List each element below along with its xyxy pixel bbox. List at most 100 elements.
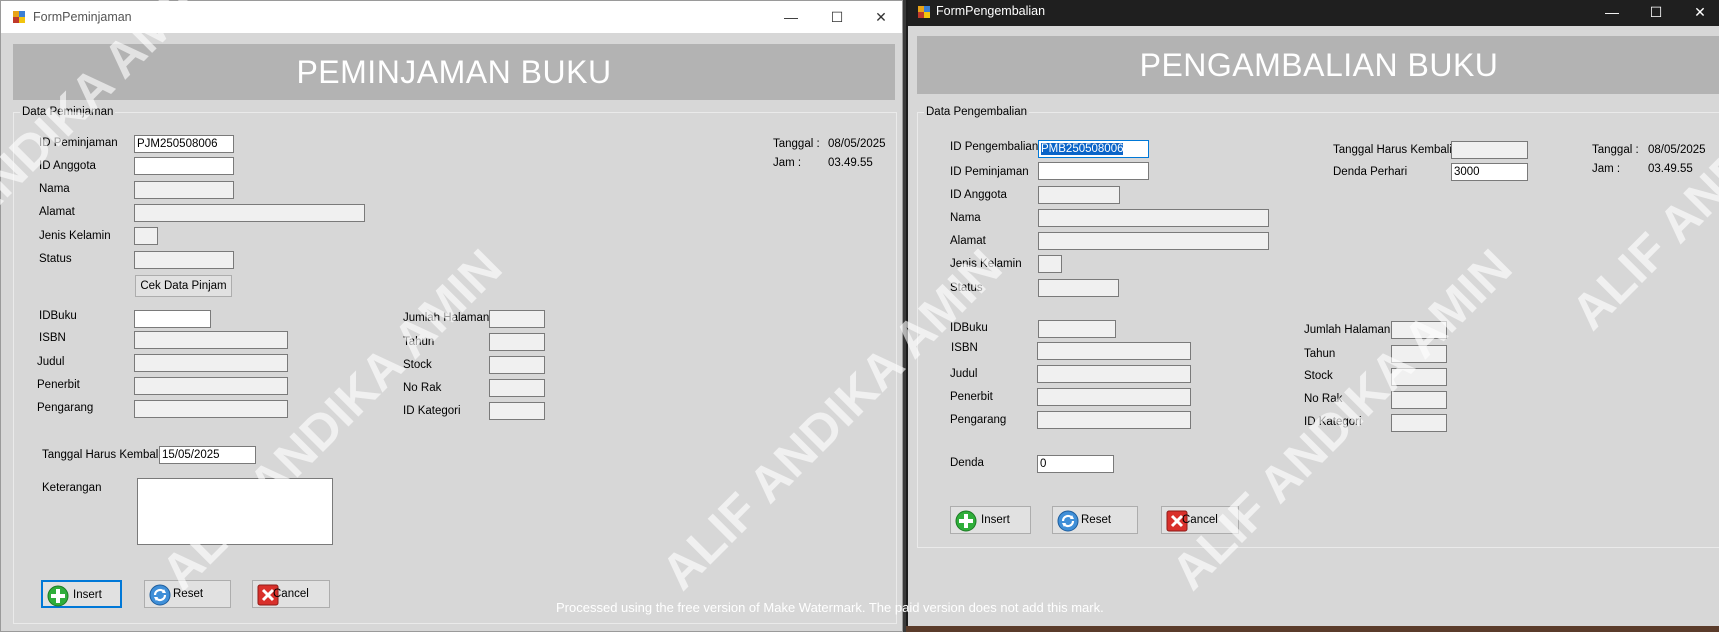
insert-button[interactable]: Insert [41,580,122,608]
reset-button[interactable]: Reset [1052,506,1138,534]
alamat-field[interactable] [134,204,365,222]
idbuku-label: IDBuku [950,322,988,334]
pengarang-field[interactable] [1037,411,1191,429]
id-peminjaman-field[interactable]: PJM250508006 [134,135,234,153]
penerbit-field[interactable] [1037,388,1191,406]
insert-label: Insert [981,514,1010,526]
stock-label: Stock [1304,370,1333,382]
group-label: Data Pengembalian [924,106,1030,118]
tahun-label: Tahun [1304,348,1336,360]
status-field[interactable] [134,251,234,269]
maximize-icon[interactable]: ☐ [1634,0,1678,26]
id-pengembalian-label: ID Pengembalian [950,141,1039,153]
id-anggota-label: ID Anggota [950,189,1007,201]
jumlah-halaman-label: Jumlah Halaman [403,312,490,324]
id-kategori-field[interactable] [1391,414,1447,432]
status-label: Status [39,253,72,265]
penerbit-field[interactable] [134,377,288,395]
reset-label: Reset [1081,514,1112,526]
banner-title: PENGAMBALIAN BUKU [1139,47,1499,83]
cancel-label: Cancel [1182,514,1218,526]
cancel-label: Cancel [273,588,309,600]
idbuku-label: IDBuku [39,310,77,322]
id-anggota-field[interactable] [134,157,234,175]
jumlah-halaman-field[interactable] [1391,321,1447,339]
app-icon [13,11,25,23]
keterangan-label: Keterangan [42,482,102,494]
window-title: FormPengembalian [936,4,1046,18]
keterangan-textarea[interactable] [137,478,333,545]
title-bar[interactable]: FormPengembalian — ☐ ✕ [908,0,1719,26]
pengarang-field[interactable] [134,400,288,418]
close-icon[interactable]: ✕ [859,1,902,33]
stock-field[interactable] [1391,368,1447,386]
tanggal-harus-kembali-field[interactable]: 15/05/2025 [159,446,256,464]
close-icon[interactable]: ✕ [1678,0,1719,26]
cek-data-pinjam-button[interactable]: Cek Data Pinjam [135,275,232,297]
denda-field[interactable]: 0 [1037,455,1114,473]
cancel-button[interactable]: Cancel [252,580,330,608]
nama-field[interactable] [1038,209,1269,227]
reset-label: Reset [173,588,204,600]
id-peminjaman-label: ID Peminjaman [39,137,118,149]
tahun-field[interactable] [489,333,545,351]
minimize-icon[interactable]: — [1590,0,1634,26]
id-kategori-field[interactable] [489,402,545,420]
form-peminjaman-window: FormPeminjaman — ☐ ✕ PEMINJAMAN BUKU Dat… [0,0,903,632]
denda-label: Denda [950,457,984,469]
id-anggota-label: ID Anggota [39,160,96,172]
idbuku-field[interactable] [134,310,211,328]
judul-field[interactable] [1037,365,1191,383]
nama-field[interactable] [134,181,234,199]
desktop-background-strip [906,626,1719,632]
id-pengembalian-value: PMB250508006 [1041,143,1124,155]
tanggal-value: 08/05/2025 [1648,144,1706,156]
judul-field[interactable] [134,354,288,372]
stock-label: Stock [403,359,432,371]
id-pengembalian-field[interactable]: PMB250508006 [1038,140,1149,158]
jam-label: Jam : [1592,163,1621,175]
judul-label: Judul [37,356,65,368]
tahun-field[interactable] [1391,345,1447,363]
jenis-kelamin-label: Jenis Kelamin [950,258,1022,270]
status-field[interactable] [1038,279,1119,297]
jam-value: 03.49.55 [1648,163,1693,175]
tahun-label: Tahun [403,336,435,348]
no-rak-field[interactable] [489,379,545,397]
status-label: Status [950,282,983,294]
jam-label: Jam : [773,157,802,169]
isbn-field[interactable] [1037,342,1191,360]
app-icon [918,6,930,18]
cancel-button[interactable]: Cancel [1161,506,1239,534]
insert-button[interactable]: Insert [950,506,1031,534]
alamat-field[interactable] [1038,232,1269,250]
judul-label: Judul [950,368,978,380]
jenis-kelamin-field[interactable] [1038,255,1062,273]
stock-field[interactable] [489,356,545,374]
jenis-kelamin-field[interactable] [134,227,158,245]
title-bar[interactable]: FormPeminjaman — ☐ ✕ [1,1,902,33]
nama-label: Nama [39,183,70,195]
maximize-icon[interactable]: ☐ [815,1,859,33]
tanggal-harus-kembali-field[interactable] [1451,141,1528,159]
refresh-icon [1057,510,1079,532]
isbn-field[interactable] [134,331,288,349]
idbuku-field[interactable] [1038,320,1116,338]
window-title: FormPeminjaman [33,10,132,24]
jumlah-halaman-field[interactable] [489,310,545,328]
penerbit-label: Penerbit [950,391,993,403]
isbn-label: ISBN [39,332,66,344]
no-rak-field[interactable] [1391,391,1447,409]
plus-icon [47,585,69,607]
tanggal-value: 08/05/2025 [828,138,886,150]
id-anggota-field[interactable] [1038,186,1120,204]
nama-label: Nama [950,212,981,224]
id-peminjaman-field[interactable] [1038,162,1149,180]
reset-button[interactable]: Reset [144,580,231,608]
id-peminjaman-label: ID Peminjaman [950,166,1029,178]
denda-perhari-field[interactable]: 3000 [1451,163,1528,181]
refresh-icon [149,584,171,606]
isbn-label: ISBN [951,342,978,354]
minimize-icon[interactable]: — [769,1,813,33]
id-kategori-label: ID Kategori [1304,416,1362,428]
